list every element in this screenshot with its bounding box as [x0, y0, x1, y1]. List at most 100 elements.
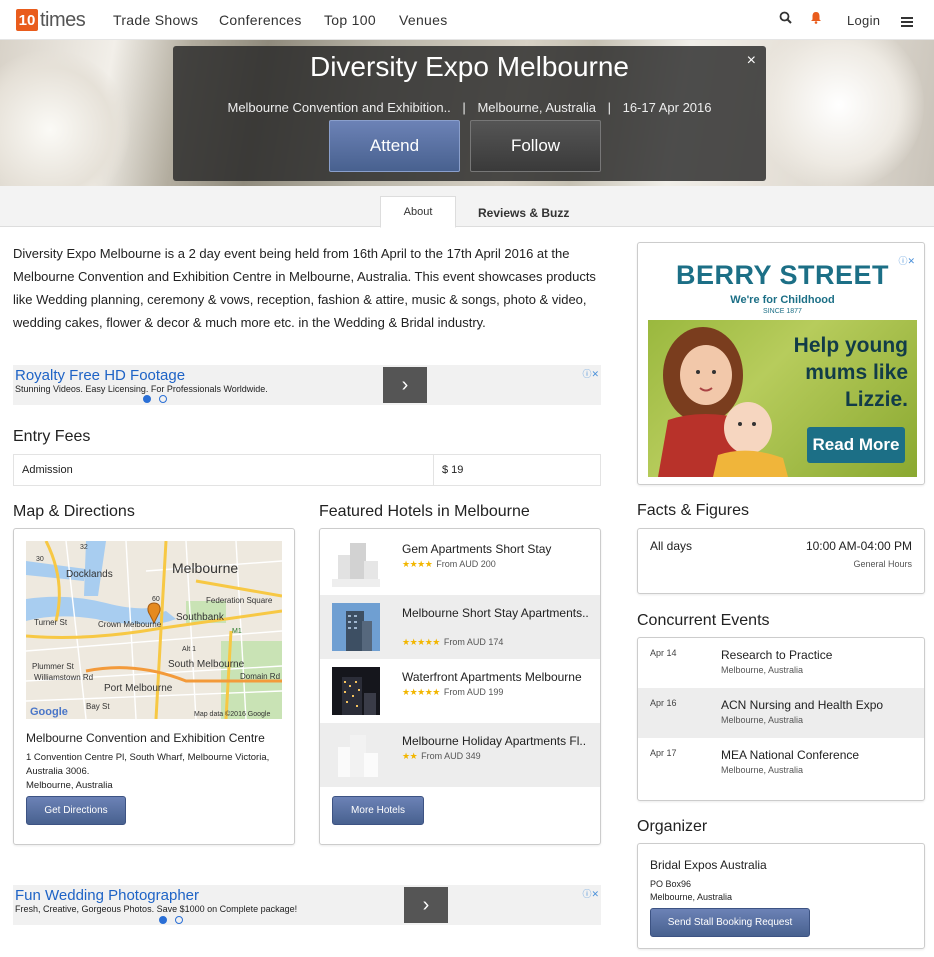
venue-map[interactable]: Docklands Melbourne Federation Square So… [26, 541, 282, 719]
10times-logo[interactable]: 10 times [16, 8, 86, 32]
hotel-name[interactable]: Melbourne Short Stay Apartments.. [402, 605, 594, 622]
carousel-dot-active[interactable] [159, 916, 167, 924]
event-date: Apr 14 [650, 648, 677, 658]
ad-title[interactable]: Fun Wedding Photographer [15, 887, 199, 904]
organizer-card: Bridal Expos Australia PO Box96 Melbourn… [637, 843, 925, 949]
hotel-meta: ★★★★★ From AUD 174 [402, 637, 503, 648]
separator: | [462, 100, 466, 115]
tab-reviews-buzz[interactable]: Reviews & Buzz [478, 206, 569, 220]
event-subtitle: Melbourne Convention and Exhibition.. | … [173, 100, 766, 115]
hotel-name[interactable]: Gem Apartments Short Stay [402, 541, 594, 558]
carousel-dot[interactable] [159, 395, 167, 403]
event-name[interactable]: MEA National Conference [721, 748, 859, 762]
hotel-item[interactable]: Melbourne Short Stay Apartments.. ★★★★★ F… [320, 595, 600, 659]
map-label-williamstown: Williamstown Rd [34, 673, 93, 682]
ad-title[interactable]: Royalty Free HD Footage [15, 367, 185, 384]
nav-venues[interactable]: Venues [399, 12, 448, 28]
carousel-dot[interactable] [175, 916, 183, 924]
map-label-port-melbourne: Port Melbourne [104, 683, 173, 694]
map-label-bay: Bay St [86, 702, 110, 711]
map-route-alt1: Alt 1 [182, 646, 196, 653]
hotel-item[interactable]: Gem Apartments Short Stay ★★★★ From AUD 2… [320, 531, 600, 595]
map-route-m1: M1 [232, 628, 242, 635]
event-name[interactable]: ACN Nursing and Health Expo [721, 698, 883, 712]
event-venue[interactable]: Melbourne Convention and Exhibition.. [227, 100, 450, 115]
event-location[interactable]: Melbourne, Australia [477, 100, 596, 115]
fee-price: $ 19 [442, 464, 464, 476]
top-navbar: 10 times Trade Shows Conferences Top 100… [0, 0, 934, 40]
event-date: Apr 16 [650, 698, 677, 708]
organizer-heading: Organizer [637, 818, 708, 835]
read-more-button[interactable]: Read More [807, 427, 905, 463]
facts-card: All days 10:00 AM-04:00 PM General Hours [637, 528, 925, 594]
star-rating: ★★★★ [402, 559, 433, 569]
menu-icon[interactable] [901, 14, 913, 30]
map-label-south-melbourne: South Melbourne [168, 659, 245, 670]
hotel-item[interactable]: Waterfront Apartments Melbourne ★★★★★ Fro… [320, 659, 600, 723]
event-location: Melbourne, Australia [721, 665, 804, 675]
entry-fees-table: Admission $ 19 [13, 454, 601, 486]
hotel-placeholder-icon [332, 539, 380, 587]
hotels-card: Gem Apartments Short Stay ★★★★ From AUD 2… [319, 528, 601, 845]
event-name[interactable]: Research to Practice [721, 648, 832, 662]
fee-label: Admission [22, 464, 73, 476]
berry-street-ad[interactable]: BERRY STREET We're for Childhood SINCE 1… [648, 252, 917, 477]
ad-banner-footage[interactable]: Royalty Free HD Footage Stunning Videos.… [13, 365, 601, 405]
facts-figures-heading: Facts & Figures [637, 502, 750, 519]
login-link[interactable]: Login [847, 13, 880, 28]
hotel-photo [332, 603, 380, 651]
hotel-price: From AUD 200 [436, 559, 496, 569]
nav-conferences[interactable]: Conferences [219, 12, 302, 28]
notification-bell-icon[interactable] [810, 11, 822, 27]
nav-top-100[interactable]: Top 100 [324, 12, 376, 28]
hotel-placeholder-icon [332, 731, 380, 779]
concurrent-event-item[interactable]: Apr 14 Research to Practice Melbourne, A… [638, 638, 924, 688]
organizer-po-box: PO Box96 [650, 879, 692, 889]
google-logo: Google [30, 706, 68, 718]
ad-choices-icon[interactable]: ⓘ✕ [582, 887, 599, 900]
map-route-32: 32 [80, 544, 88, 551]
map-route-60: 60 [152, 596, 160, 603]
concurrent-event-item[interactable]: Apr 17 MEA National Conference Melbourne… [638, 738, 924, 788]
ad-banner-photographer[interactable]: Fun Wedding Photographer Fresh, Creative… [13, 885, 601, 925]
event-description: Diversity Expo Melbourne is a 2 day even… [13, 246, 596, 330]
hotel-name[interactable]: Waterfront Apartments Melbourne [402, 669, 594, 686]
nav-trade-shows[interactable]: Trade Shows [113, 12, 198, 28]
concurrent-event-item[interactable]: Apr 16 ACN Nursing and Health Expo Melbo… [638, 688, 924, 738]
hotel-meta: ★★★★ From AUD 200 [402, 559, 496, 570]
ad-choices-icon[interactable]: ⓘ✕ [582, 367, 599, 380]
hotel-item[interactable]: Melbourne Holiday Apartments Fl.. ★★ From… [320, 723, 600, 787]
organizer-name[interactable]: Bridal Expos Australia [650, 858, 767, 872]
venue-street: 1 Convention Centre Pl, South Wharf, Mel… [26, 752, 270, 777]
map-card: Docklands Melbourne Federation Square So… [13, 528, 295, 845]
event-title: Diversity Expo Melbourne [309, 51, 630, 82]
ad-choices-icon[interactable]: ⓘ✕ [898, 254, 915, 267]
berry-header: BERRY STREET We're for Childhood SINCE 1… [648, 252, 917, 320]
search-icon[interactable] [779, 11, 792, 27]
attend-button[interactable]: Attend [329, 120, 460, 172]
venue-address: 1 Convention Centre Pl, South Wharf, Mel… [26, 751, 286, 793]
hotel-meta: ★★★★★ From AUD 199 [402, 687, 503, 698]
send-stall-booking-button[interactable]: Send Stall Booking Request [650, 908, 810, 937]
follow-button[interactable]: Follow [470, 120, 601, 172]
star-rating: ★★★★★ [402, 687, 440, 697]
get-directions-button[interactable]: Get Directions [26, 796, 126, 825]
venue-name: Melbourne Convention and Exhibition Cent… [26, 731, 265, 745]
map-label-docklands: Docklands [66, 569, 113, 580]
ad-next-arrow-icon[interactable]: › [404, 887, 448, 923]
hotel-photo [332, 667, 380, 715]
berry-street-logo: BERRY STREET [675, 260, 890, 290]
map-label-domain: Domain Rd [240, 672, 280, 681]
mother-child-illustration [658, 327, 788, 477]
close-icon[interactable]: × [747, 52, 756, 70]
tab-about[interactable]: About [380, 196, 456, 228]
map-label-turner: Turner St [34, 618, 68, 627]
facts-days-label: All days [650, 539, 693, 553]
hero-banner: Diversity Expo Melbourne Melbourne Conve… [0, 40, 934, 186]
more-hotels-button[interactable]: More Hotels [332, 796, 424, 825]
event-location: Melbourne, Australia [721, 765, 804, 775]
star-rating: ★★★★★ [402, 637, 440, 647]
ad-next-arrow-icon[interactable]: › [383, 367, 427, 403]
hotel-name[interactable]: Melbourne Holiday Apartments Fl.. [402, 733, 594, 750]
carousel-dot-active[interactable] [143, 395, 151, 403]
